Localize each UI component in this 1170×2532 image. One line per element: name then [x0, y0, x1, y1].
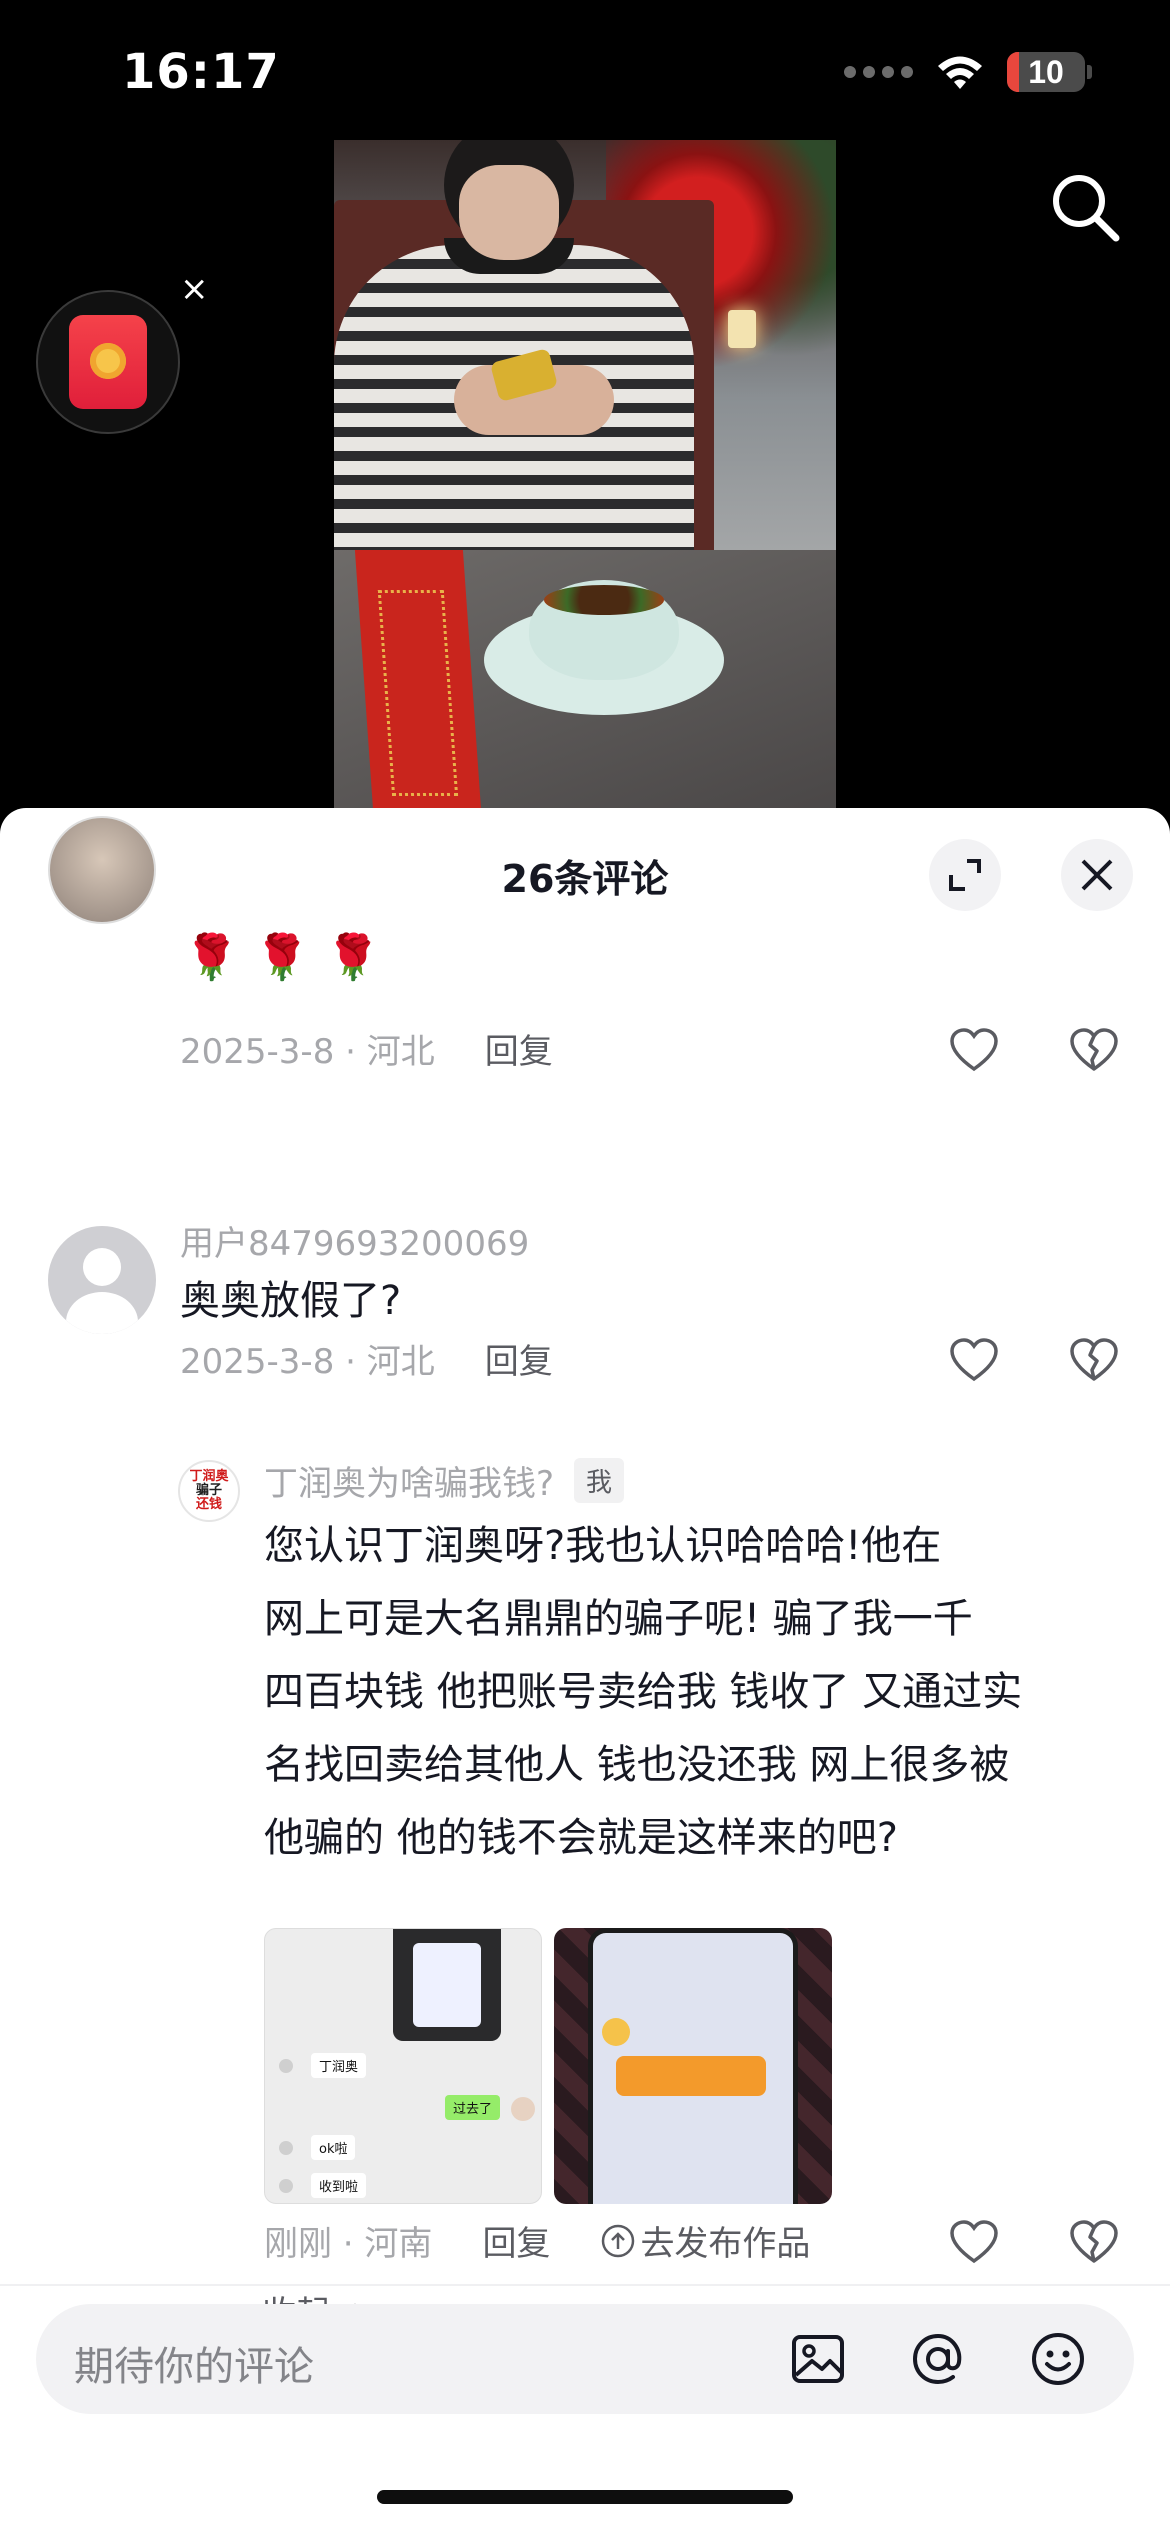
comment-text: 🌹🌹🌹 [184, 932, 397, 983]
upload-arrow-icon [602, 2224, 635, 2257]
reply-image-chat-screenshot[interactable]: 丁润奥 过去了 ok啦 收到啦 [264, 1928, 542, 2204]
dislike-broken-heart-icon[interactable] [1069, 1026, 1119, 1076]
like-heart-icon[interactable] [949, 2218, 999, 2268]
search-icon[interactable] [1046, 168, 1126, 248]
comment-date-location: 2025-3-8 · 河北 [180, 1342, 435, 1382]
status-icons: 10 [844, 52, 1092, 92]
reply-username[interactable]: 丁润奥为啥骗我钱? [264, 1456, 554, 1505]
like-heart-icon[interactable] [949, 1026, 999, 1076]
chat-bubble: 过去了 [445, 2095, 501, 2120]
comment-meta: 2025-3-8 · 河北 回复 [180, 1334, 553, 1383]
me-tag: 我 [574, 1458, 625, 1503]
comment-input-placeholder: 期待你的评论 [74, 2344, 314, 2390]
comment-meta: 2025-3-8 · 河北 回复 [180, 1024, 553, 1073]
reply-username-row: 丁润奥为啥骗我钱? 我 [264, 1456, 625, 1505]
reply-avatar[interactable]: 丁润奥 骗子 还钱 [178, 1460, 240, 1522]
comment-input[interactable]: 期待你的评论 [36, 2304, 1134, 2414]
red-packet-icon [69, 315, 147, 409]
comment-username[interactable]: 用户8479693200069 [180, 1216, 529, 1265]
signal-dots-icon [844, 66, 913, 78]
status-time: 16:17 [122, 44, 280, 100]
chat-bubble: ok啦 [311, 2135, 356, 2160]
reply-button[interactable]: 回复 [485, 1334, 553, 1383]
chat-bubble: 收到啦 [311, 2173, 367, 2198]
reply-meta: 刚刚 · 河南 回复 去发布作品 [264, 2216, 810, 2265]
video-player[interactable] [334, 140, 836, 810]
dislike-broken-heart-icon[interactable] [1069, 1336, 1119, 1386]
chat-bubble: 丁润奥 [311, 2053, 367, 2078]
reply-time-location: 刚刚 · 河南 [264, 2224, 433, 2264]
expand-button[interactable] [929, 839, 1001, 911]
emoji-icon[interactable] [1028, 2329, 1088, 2389]
dislike-broken-heart-icon[interactable] [1069, 2218, 1119, 2268]
red-packet-close-icon[interactable]: × [180, 272, 209, 306]
image-icon[interactable] [788, 2329, 848, 2389]
input-divider [0, 2284, 1170, 2286]
comment-date-location: 2025-3-8 · 河北 [180, 1032, 435, 1072]
reply-button[interactable]: 回复 [485, 1024, 553, 1073]
avatar[interactable] [48, 1226, 156, 1334]
home-indicator[interactable] [377, 2490, 793, 2504]
reply-image-phone-photo[interactable] [554, 1928, 832, 2204]
battery-icon: 10 [1007, 52, 1085, 92]
avatar[interactable] [48, 816, 156, 924]
comment-text: 奥奥放假了? [180, 1278, 402, 1324]
at-icon[interactable] [908, 2329, 968, 2389]
wifi-icon [938, 56, 982, 89]
reply-text: 您认识丁润奥呀?我也认识哈哈哈!他在 网上可是大名鼎鼎的骗子呢! 骗了我一千 四… [264, 1523, 1023, 1861]
close-sheet-button[interactable] [1061, 839, 1133, 911]
reply-button[interactable]: 回复 [482, 2216, 550, 2265]
like-heart-icon[interactable] [949, 1336, 999, 1386]
close-icon [1081, 859, 1113, 891]
comment-sheet: 26条评论 🌹🌹🌹 2025-3-8 · 河北 回复 用户84796932000… [0, 808, 1170, 2532]
publish-work-button[interactable]: 去发布作品 [600, 2216, 810, 2265]
red-packet-button[interactable] [36, 290, 180, 434]
expand-icon [949, 859, 981, 891]
battery-level: 10 [1028, 53, 1064, 90]
